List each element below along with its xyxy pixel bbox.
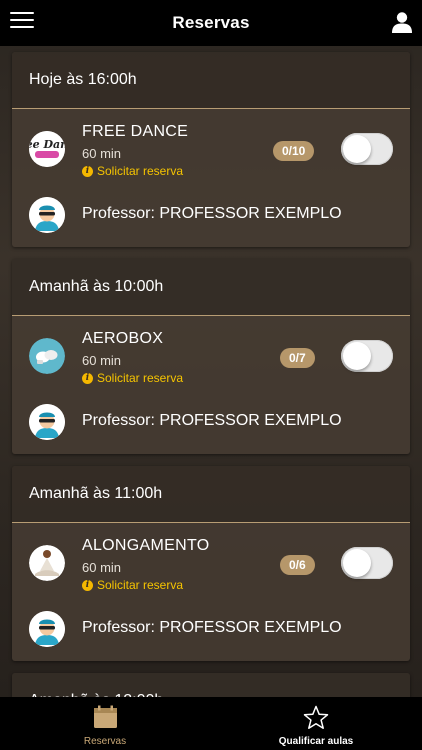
info-icon: i: [82, 579, 93, 591]
tab-reservas[interactable]: Reservas: [60, 697, 150, 750]
request-reservation-label: Solicitar reserva: [97, 371, 184, 385]
reservation-card: Amanhã às 10:00h AEROBOX 60 min i Solici…: [12, 259, 410, 454]
teacher-name: Professor: PROFESSOR EXEMPLO: [82, 412, 342, 429]
toggle-knob: [343, 549, 371, 577]
class-name: ALONGAMENTO: [82, 537, 210, 554]
request-reservation-link[interactable]: i Solicitar reserva: [82, 164, 183, 178]
hamburger-menu-icon[interactable]: [10, 12, 34, 32]
class-row[interactable]: Free Dance FREE DANCE 60 min i Solicitar…: [12, 109, 410, 197]
class-duration: 60 min: [82, 353, 122, 368]
teacher-row: Professor: PROFESSOR EXEMPLO: [12, 404, 410, 454]
reservation-toggle[interactable]: [341, 133, 393, 165]
free-dance-icon: Free Dance: [29, 131, 65, 167]
request-reservation-link[interactable]: i Solicitar reserva: [82, 371, 183, 385]
boxing-gloves-icon: [29, 338, 65, 374]
teacher-avatar: [29, 197, 65, 233]
reservation-card: Amanhã às 11:00h ALONGAMENTO 60 min i So…: [12, 466, 410, 661]
teacher-row: Professor: PROFESSOR EXEMPLO: [12, 611, 410, 661]
tab-reservas-label: Reservas: [83, 736, 127, 747]
toggle-knob: [343, 135, 371, 163]
class-row[interactable]: ALONGAMENTO 60 min i Solicitar reserva 0…: [12, 523, 410, 611]
capacity-badge: 0/10: [273, 141, 315, 161]
reservation-card: Hoje às 16:00h Free Dance FREE DANCE 60 …: [12, 52, 410, 247]
star-icon: [303, 705, 329, 729]
capacity-badge: 0/7: [280, 348, 315, 368]
teacher-name: Professor: PROFESSOR EXEMPLO: [82, 619, 342, 636]
tab-qualificar-aulas[interactable]: Qualificar aulas: [266, 697, 366, 750]
reservation-list: Hoje às 16:00h Free Dance FREE DANCE 60 …: [12, 52, 410, 742]
tab-qualificar-label: Qualificar aulas: [278, 736, 354, 747]
toggle-knob: [343, 342, 371, 370]
class-duration: 60 min: [82, 560, 122, 575]
class-row[interactable]: AEROBOX 60 min i Solicitar reserva 0/7: [12, 316, 410, 404]
free-dance-logo-word1: Free Dance: [29, 138, 65, 151]
capacity-badge: 0/6: [280, 555, 315, 575]
top-bar: Reservas: [0, 0, 422, 46]
request-reservation-label: Solicitar reserva: [97, 164, 184, 178]
reservation-toggle[interactable]: [341, 340, 393, 372]
info-icon: i: [82, 372, 93, 384]
request-reservation-label: Solicitar reserva: [97, 578, 184, 592]
user-icon[interactable]: [391, 11, 413, 33]
class-duration: 60 min: [82, 146, 122, 161]
info-icon: i: [82, 165, 93, 177]
reservation-time: Amanhã às 11:00h: [12, 466, 410, 523]
reservation-toggle[interactable]: [341, 547, 393, 579]
bottom-tab-bar: Reservas Qualificar aulas: [0, 697, 422, 750]
stretching-icon: [29, 545, 65, 581]
request-reservation-link[interactable]: i Solicitar reserva: [82, 578, 183, 592]
class-name: FREE DANCE: [82, 123, 189, 140]
reservation-time: Amanhã às 10:00h: [12, 259, 410, 316]
reservation-time: Hoje às 16:00h: [12, 52, 410, 109]
class-name: AEROBOX: [82, 330, 164, 347]
teacher-avatar: [29, 404, 65, 440]
teacher-row: Professor: PROFESSOR EXEMPLO: [12, 197, 410, 247]
calendar-icon: [94, 705, 117, 728]
teacher-avatar: [29, 611, 65, 647]
teacher-name: Professor: PROFESSOR EXEMPLO: [82, 205, 342, 222]
page-title: Reservas: [172, 13, 250, 32]
